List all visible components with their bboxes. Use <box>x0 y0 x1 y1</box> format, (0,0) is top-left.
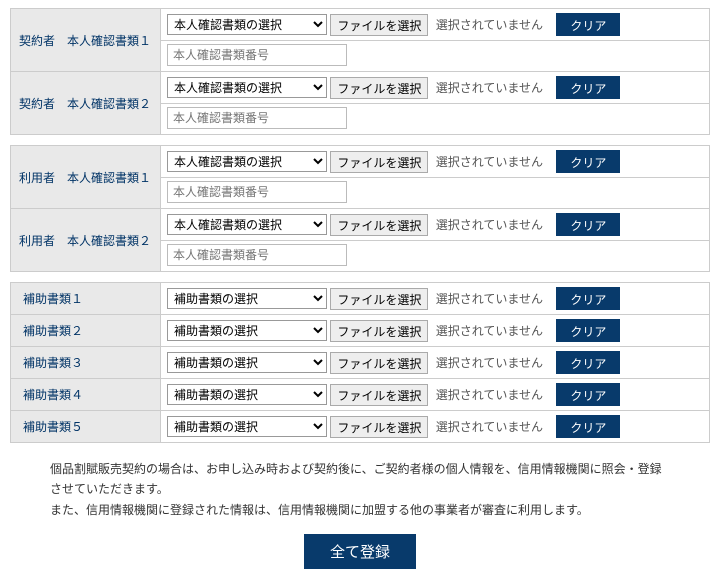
doc-type-select[interactable]: 本人確認書類の選択 <box>167 151 327 172</box>
controls: 補助書類の選択 ファイルを選択 選択されていません クリア <box>161 379 710 411</box>
controls: 補助書類の選択 ファイルを選択 選択されていません クリア <box>161 315 710 347</box>
controls: 補助書類の選択 ファイルを選択 選択されていません クリア <box>161 411 710 443</box>
notice-text: 個品割賦販売契約の場合は、お申し込み時および契約後に、ご契約者様の個人情報を、信… <box>10 453 710 530</box>
clear-button[interactable]: クリア <box>556 319 620 342</box>
contractor-docs-block: 契約者 本人確認書類１ 本人確認書類の選択 ファイルを選択 選択されていません … <box>10 8 710 135</box>
row-label: 契約者 本人確認書類１ <box>11 9 161 72</box>
controls-2 <box>161 241 710 272</box>
file-status-text: 選択されていません <box>436 322 543 339</box>
file-select-button[interactable]: ファイルを選択 <box>330 416 428 438</box>
notice-line-2: また、信用情報機関に登録された情報は、信用情報機関に加盟する他の事業者が審査に利… <box>50 503 589 517</box>
file-select-button[interactable]: ファイルを選択 <box>330 214 428 236</box>
file-status-text: 選択されていません <box>436 386 543 403</box>
controls: 本人確認書類の選択 ファイルを選択 選択されていません クリア <box>161 9 710 41</box>
doc-type-select[interactable]: 本人確認書類の選択 <box>167 14 327 35</box>
supplementary-docs-block: 補助書類１ 補助書類の選択 ファイルを選択 選択されていません クリア 補助書類… <box>10 282 710 443</box>
controls: 本人確認書類の選択 ファイルを選択 選択されていません クリア <box>161 209 710 241</box>
clear-button[interactable]: クリア <box>556 383 620 406</box>
row-label: 補助書類４ <box>11 379 161 411</box>
file-select-button[interactable]: ファイルを選択 <box>330 151 428 173</box>
row-label: 補助書類２ <box>11 315 161 347</box>
row-label: 契約者 本人確認書類２ <box>11 72 161 135</box>
controls: 本人確認書類の選択 ファイルを選択 選択されていません クリア <box>161 146 710 178</box>
row-label: 補助書類１ <box>11 283 161 315</box>
submit-all-button[interactable]: 全て登録 <box>304 534 416 569</box>
row-label: 利用者 本人確認書類１ <box>11 146 161 209</box>
controls-2 <box>161 178 710 209</box>
file-select-button[interactable]: ファイルを選択 <box>330 320 428 342</box>
notice-line-1: 個品割賦販売契約の場合は、お申し込み時および契約後に、ご契約者様の個人情報を、信… <box>50 462 662 496</box>
doc-number-input[interactable] <box>167 44 347 66</box>
file-status-text: 選択されていません <box>436 418 543 435</box>
file-select-button[interactable]: ファイルを選択 <box>330 77 428 99</box>
controls: 本人確認書類の選択 ファイルを選択 選択されていません クリア <box>161 72 710 104</box>
doc-type-select[interactable]: 補助書類の選択 <box>167 352 327 373</box>
doc-type-select[interactable]: 本人確認書類の選択 <box>167 77 327 98</box>
file-status-text: 選択されていません <box>436 216 543 233</box>
row-label: 補助書類３ <box>11 347 161 379</box>
submit-area: 全て登録 <box>10 530 710 579</box>
controls-2 <box>161 104 710 135</box>
controls: 補助書類の選択 ファイルを選択 選択されていません クリア <box>161 283 710 315</box>
clear-button[interactable]: クリア <box>556 213 620 236</box>
clear-button[interactable]: クリア <box>556 287 620 310</box>
file-select-button[interactable]: ファイルを選択 <box>330 288 428 310</box>
controls-2 <box>161 41 710 72</box>
doc-number-input[interactable] <box>167 244 347 266</box>
row-label: 補助書類５ <box>11 411 161 443</box>
doc-number-input[interactable] <box>167 181 347 203</box>
file-status-text: 選択されていません <box>436 16 543 33</box>
doc-number-input[interactable] <box>167 107 347 129</box>
clear-button[interactable]: クリア <box>556 76 620 99</box>
file-status-text: 選択されていません <box>436 79 543 96</box>
file-select-button[interactable]: ファイルを選択 <box>330 384 428 406</box>
doc-type-select[interactable]: 補助書類の選択 <box>167 288 327 309</box>
file-select-button[interactable]: ファイルを選択 <box>330 352 428 374</box>
doc-type-select[interactable]: 補助書類の選択 <box>167 320 327 341</box>
doc-type-select[interactable]: 補助書類の選択 <box>167 416 327 437</box>
file-status-text: 選択されていません <box>436 153 543 170</box>
row-label: 利用者 本人確認書類２ <box>11 209 161 272</box>
controls: 補助書類の選択 ファイルを選択 選択されていません クリア <box>161 347 710 379</box>
clear-button[interactable]: クリア <box>556 150 620 173</box>
user-docs-block: 利用者 本人確認書類１ 本人確認書類の選択 ファイルを選択 選択されていません … <box>10 145 710 272</box>
doc-type-select[interactable]: 補助書類の選択 <box>167 384 327 405</box>
file-status-text: 選択されていません <box>436 354 543 371</box>
clear-button[interactable]: クリア <box>556 351 620 374</box>
file-select-button[interactable]: ファイルを選択 <box>330 14 428 36</box>
clear-button[interactable]: クリア <box>556 415 620 438</box>
doc-type-select[interactable]: 本人確認書類の選択 <box>167 214 327 235</box>
file-status-text: 選択されていません <box>436 290 543 307</box>
clear-button[interactable]: クリア <box>556 13 620 36</box>
